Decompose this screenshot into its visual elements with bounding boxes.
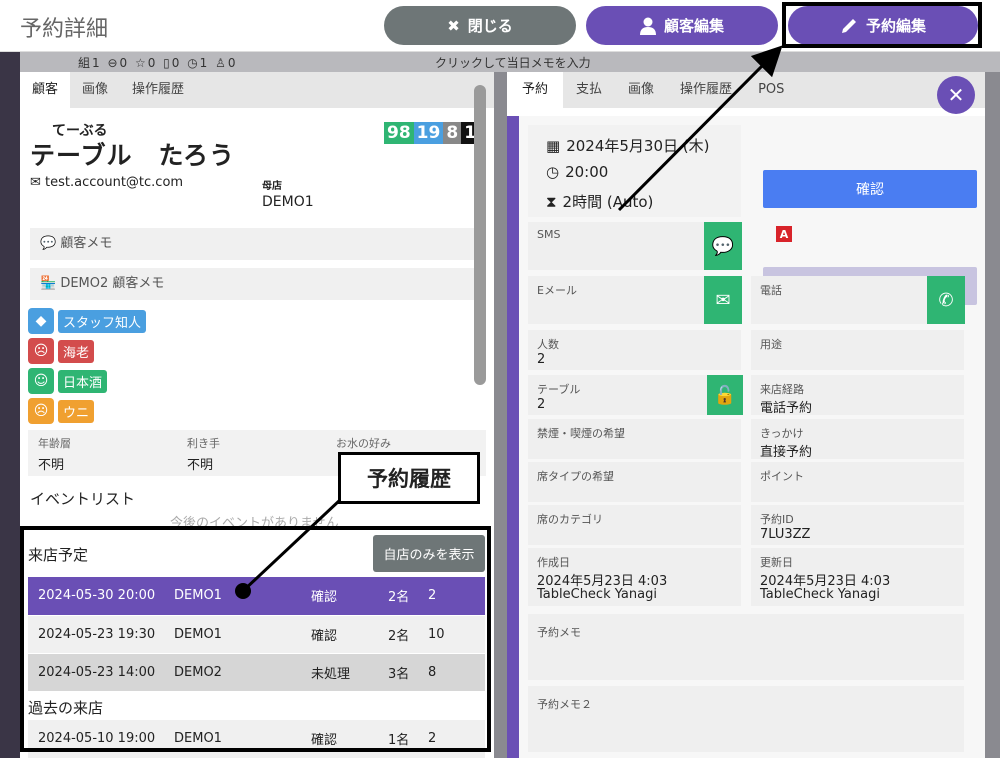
score-badge: 98	[384, 122, 414, 144]
store-customer-memo[interactable]: 🏪 DEMO2 顧客メモ	[30, 268, 484, 300]
status-counts: 組1 ⊖0 ☆0 ▯0 ◷1 ♙0	[78, 56, 238, 70]
tab-pos[interactable]: POS	[745, 72, 797, 108]
tag-label: スタッフ知人	[58, 309, 147, 333]
reservation-memo[interactable]: 予約メモ	[528, 614, 964, 680]
panel-accent-bar	[507, 116, 519, 758]
customer-email[interactable]: ✉ test.account@tc.com	[30, 175, 183, 190]
reservation-tabs: 予約 支払 画像 操作履歴 POS	[507, 72, 985, 108]
smile-face-icon: ☺	[28, 368, 54, 394]
status-badge: A	[776, 226, 792, 242]
reservation-id-field: 予約ID 7LU3ZZ	[751, 505, 964, 545]
table-lock-button[interactable]: 🔓	[707, 375, 743, 415]
route-field[interactable]: 来店経路 電話予約	[751, 375, 964, 416]
customer-edit-button[interactable]: 顧客編集	[586, 6, 778, 45]
attr-label: 年齢層	[38, 437, 71, 450]
tab-reservation[interactable]: 予約	[507, 72, 564, 108]
chat-icon: 💬	[711, 235, 735, 257]
envelope-icon: ✉	[30, 175, 41, 190]
app-sidebar	[0, 52, 20, 758]
seat-category-field[interactable]: 席のカテゴリ	[528, 505, 741, 545]
seat-type-field[interactable]: 席タイプの希望	[528, 462, 741, 502]
reservation-history-highlight	[20, 526, 491, 752]
page-title: 予約詳細	[20, 17, 109, 42]
close-label: 閉じる	[467, 17, 513, 35]
attr-label: お水の好み	[336, 437, 391, 450]
customer-edit-label: 顧客編集	[663, 17, 724, 35]
home-store-label: 母店	[262, 181, 282, 192]
tag-row: ☹ ウニ	[28, 398, 95, 424]
confirm-button[interactable]: 確認	[763, 170, 977, 208]
tab-history[interactable]: 操作履歴	[120, 72, 196, 108]
left-panel-scrollbar[interactable]	[474, 85, 486, 385]
score-badge: 19	[413, 122, 444, 144]
customer-scores: 98 19 8 1	[384, 122, 480, 144]
events-title: イベントリスト	[30, 490, 136, 508]
tab-payment[interactable]: 支払	[563, 72, 615, 108]
phone-button[interactable]: ✆	[927, 276, 965, 324]
tag-row: ☺ 日本酒	[28, 368, 108, 394]
customer-name: テーブル たろう	[30, 141, 236, 170]
tag-row: ◆ スタッフ知人	[28, 308, 147, 334]
purpose-field[interactable]: 用途	[751, 330, 964, 370]
home-store-value: DEMO1	[262, 194, 314, 210]
trigger-field[interactable]: きっかけ 直接予約	[751, 419, 964, 460]
store-icon: 🏪	[40, 276, 57, 291]
smoking-field[interactable]: 禁煙・喫煙の希望	[528, 419, 741, 459]
day-memo-prompt: クリックして当日メモを入力	[435, 56, 591, 70]
tab-images[interactable]: 画像	[615, 72, 667, 108]
tag-row: ☹ 海老	[28, 338, 95, 364]
tag-icon: ◆	[28, 308, 54, 334]
unlock-icon: 🔓	[713, 384, 737, 406]
hourglass-icon: ⧗	[546, 192, 557, 211]
email-button[interactable]: ✉	[704, 276, 742, 324]
tag-label: 海老	[58, 339, 95, 363]
reservation-date: ▦ 2024年5月30日 (木)	[546, 136, 710, 156]
reservation-panel: 予約 支払 画像 操作履歴 POS ✕ ▦ 2024年5月30日 (木) ◷ 2…	[507, 72, 985, 758]
reservation-history-callout: 予約履歴	[338, 452, 480, 504]
user-icon	[639, 17, 656, 35]
created-field: 作成日 2024年5月23日 4:03 TableCheck Yanagi	[528, 548, 741, 606]
sms-button[interactable]: 💬	[704, 222, 742, 270]
reservation-memo-2[interactable]: 予約メモ２	[528, 686, 964, 752]
updated-field: 更新日 2024年5月23日 4:03 TableCheck Yanagi	[751, 548, 964, 606]
dizzy-face-icon: ☹	[28, 338, 54, 364]
people-field[interactable]: 人数 2	[528, 330, 741, 370]
reservation-duration: ⧗ 2時間 (Auto)	[546, 192, 654, 212]
tag-label: 日本酒	[58, 369, 108, 393]
tab-customer[interactable]: 顧客	[20, 72, 71, 108]
reservation-details: ▦ 2024年5月30日 (木) ◷ 20:00 ⧗ 2時間 (Auto) 確認…	[519, 116, 985, 758]
points-field[interactable]: ポイント	[751, 462, 964, 502]
tab-images[interactable]: 画像	[70, 72, 120, 108]
clock-icon: ◷	[546, 163, 560, 181]
close-button[interactable]: ✖ 閉じる	[384, 6, 576, 45]
attr-value: 不明	[187, 458, 214, 473]
score-badge: 8	[443, 122, 462, 144]
speech-bubble-icon: 💬	[40, 236, 57, 251]
reservation-edit-highlight	[782, 2, 982, 48]
phone-icon: ✆	[938, 289, 954, 311]
customer-tabs: 顧客 画像 操作履歴	[20, 72, 494, 108]
tag-label: ウニ	[58, 399, 95, 423]
reservation-time: ◷ 20:00	[546, 163, 609, 181]
attr-label: 利き手	[187, 437, 220, 450]
attr-value: 不明	[38, 458, 65, 473]
close-icon: ✖	[447, 16, 460, 35]
background-toolbar: 組1 ⊖0 ☆0 ▯0 ◷1 ♙0 クリックして当日メモを入力	[20, 52, 1000, 72]
envelope-icon: ✉	[715, 289, 731, 311]
frown-face-icon: ☹	[28, 398, 54, 424]
tab-operation-history[interactable]: 操作履歴	[667, 72, 745, 108]
calendar-icon: ▦	[546, 136, 561, 155]
customer-memo[interactable]: 💬 顧客メモ	[30, 228, 484, 260]
close-icon[interactable]: ✕	[937, 76, 975, 114]
